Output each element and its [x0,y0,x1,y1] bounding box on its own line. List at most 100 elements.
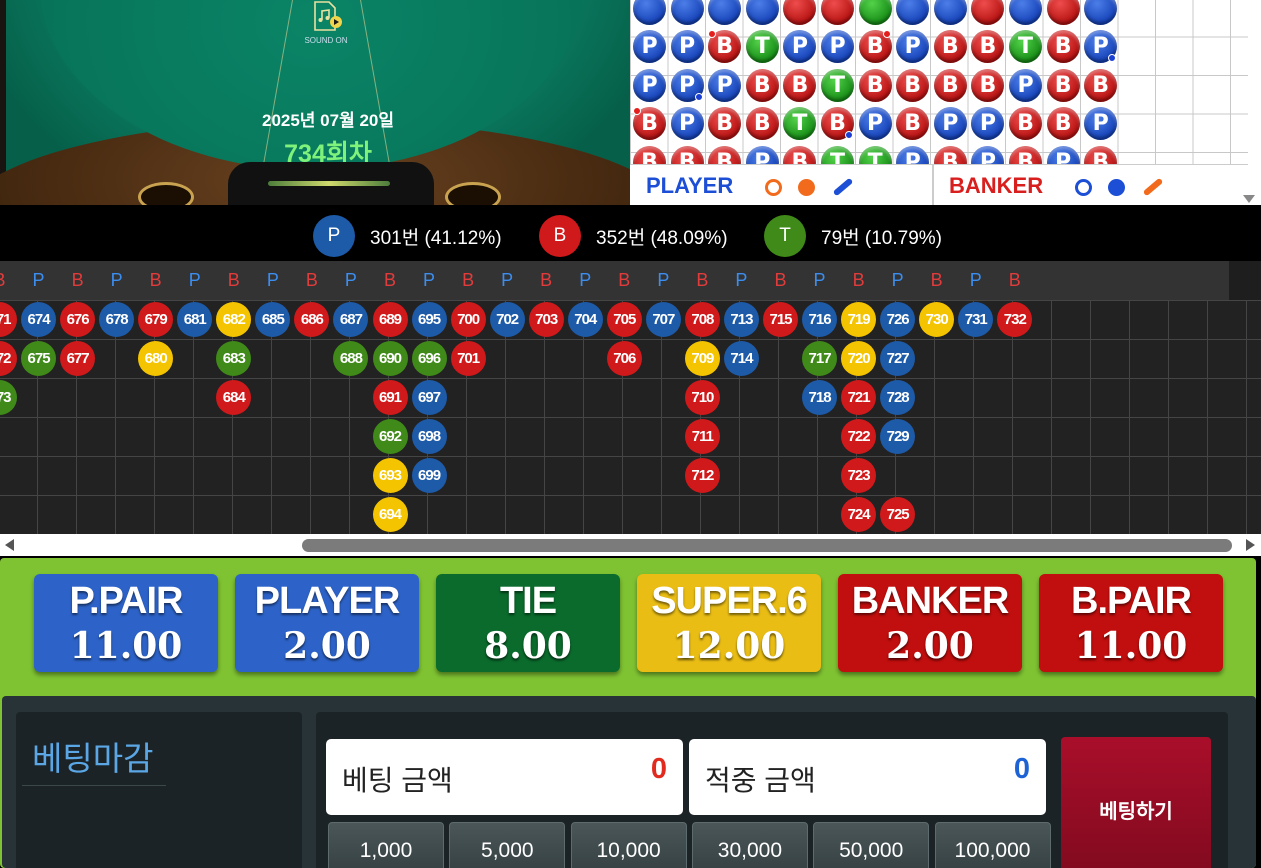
road-result-701: 701 [450,341,486,376]
road-result-724: 724 [841,497,877,532]
bead-banker: B [745,107,779,140]
win-amount-value: 0 [1013,753,1030,785]
player-pair-dot [845,131,853,139]
road-result-691: 691 [372,380,408,415]
bet-tie-button[interactable]: TIE 8.00 [436,574,620,672]
bead-banker: B [896,68,930,102]
bead-player: P [858,107,892,140]
legend-divider [932,165,934,205]
bet-name: BANKER [851,580,1010,622]
amount-controls: 베팅 금액 0 적중 금액 0 1,000 5,000 10,000 30,000 50… [316,712,1228,868]
legend-banker: BANKER [949,165,1164,205]
scroll-right-icon[interactable] [1246,539,1255,551]
bet-p-pair-button[interactable]: P.PAIR 11.00 [34,574,218,672]
bead-tie: T [821,68,854,102]
scrollbar-thumb[interactable] [302,539,1232,552]
chip-slot-left [138,182,194,205]
road-result-732: 732 [997,302,1033,337]
road-result-719: 719 [841,302,877,337]
road-result-687: 687 [333,302,369,337]
bet-super-6-button[interactable]: SUPER.6 12.00 [637,574,821,672]
road-result-726: 726 [880,302,916,337]
road-header-player: P [344,270,357,290]
chip-5000-button[interactable]: 5,000 [449,822,566,868]
bet-odds: 11.00 [1074,625,1188,667]
game-table-view: SOUND ON 2025년 07월 20일 734회차 [0,0,630,205]
road-result-685: 685 [255,302,291,337]
bet-banker-button[interactable]: BANKER 2.00 [838,574,1022,672]
road-result-697: 697 [411,380,447,415]
road-result-711: 711 [684,419,720,454]
road-header-banker: B [1008,270,1021,290]
bead-player: P [821,30,854,63]
chip-50000-button[interactable]: 50,000 [813,822,930,868]
road-result-728: 728 [880,380,916,415]
scroll-down-icon[interactable] [1243,195,1255,203]
big-road-header: BPBPBPBPBPBPBPBPBPBPBPBPBPB [0,261,1229,300]
road-result-707: 707 [645,302,681,337]
road-header-banker: B [852,270,865,290]
bead-banker: B [708,107,742,140]
road-result-727: 727 [880,341,916,376]
road-result-689: 689 [372,302,408,337]
sound-on-icon[interactable] [309,0,343,34]
betting-status-text: 베팅마감 [32,740,154,777]
game-date: 2025년 07월 20일 [261,111,394,130]
road-header-player: P [657,270,670,290]
road-result-694: 694 [372,497,408,532]
bead-banker: B [896,107,930,140]
road-result-718: 718 [802,380,838,415]
road-result-680: 680 [138,341,174,376]
big-road-scrollbar[interactable] [0,534,1261,556]
bet-name: P.PAIR [69,580,184,622]
betting-status-box: 베팅마감 [16,712,302,868]
road-result-692: 692 [372,419,408,454]
road-header-player: P [501,270,514,290]
road-result-703: 703 [528,302,564,337]
player-ring-icon [765,178,783,196]
sound-on-label: SOUND ON [304,36,348,45]
road-header-banker: B [227,270,240,290]
bead-banker: B [745,68,779,102]
road-result-700: 700 [450,302,486,337]
banker-stat-badge: B [539,215,581,257]
chip-30000-button[interactable]: 30,000 [691,822,808,868]
player-stat-text: 301번 (41.12%) [370,228,502,249]
result-stats: P 301번 (41.12%) B 352번 (48.09%) T 79번 (1… [0,205,1261,261]
banker-slash-icon [1142,177,1163,197]
legend-player: PLAYER [646,165,854,205]
banker-ring-icon [1075,178,1093,196]
road-result-679: 679 [138,302,174,337]
chip-100000-button[interactable]: 100,000 [934,822,1051,868]
banker-dot-icon [1108,178,1126,196]
road-header-banker: B [540,270,553,290]
road-result-688: 688 [333,341,369,376]
bet-player-button[interactable]: PLAYER 2.00 [235,574,419,672]
road-header-player: P [188,270,201,290]
bet-b-pair-button[interactable]: B.PAIR 11.00 [1039,574,1223,672]
bet-amount-label: 베팅 금액 [342,765,453,796]
road-result-720: 720 [841,341,877,376]
road-header-banker: B [462,270,475,290]
banker-pair-dot [882,30,891,38]
bead-tie: T [1009,30,1042,63]
betting-panel: P.PAIR 11.00 PLAYER 2.00 TIE 8.00 SUPER.6 12.00… [0,558,1256,868]
bead-player: P [896,30,930,63]
bead-banker: B [1084,68,1118,102]
road-result-723: 723 [841,458,877,493]
scroll-left-icon[interactable] [5,539,14,551]
bead-player: P [670,30,704,63]
road-result-710: 710 [684,380,720,415]
bead-player: P [1009,68,1042,102]
big-road-header-end [1229,261,1261,300]
bet-odds: 11.00 [69,625,183,667]
player-stat-badge: P [313,215,355,257]
road-header-player: P [32,270,45,290]
bead-player: P [933,107,967,140]
place-bet-button[interactable]: 베팅하기 [1061,737,1211,868]
road-result-729: 729 [880,419,916,454]
road-result-682: 682 [216,302,252,337]
chip-1000-button[interactable]: 1,000 [328,822,444,868]
chip-10000-button[interactable]: 10,000 [570,822,687,868]
road-header-player: P [813,270,826,290]
